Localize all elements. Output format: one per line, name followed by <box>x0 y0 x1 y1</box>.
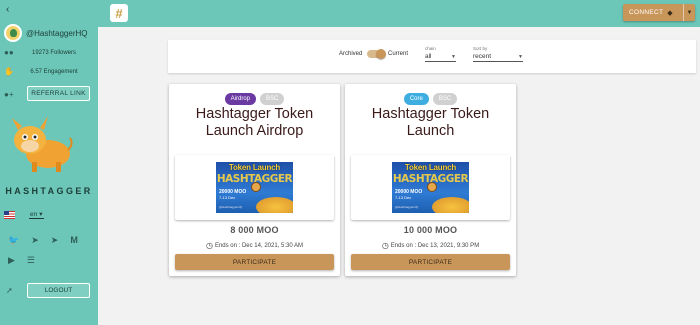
brand-name: HASHTAGGER <box>5 186 93 196</box>
telegram-icon[interactable]: ➤ <box>31 235 39 246</box>
campaign-title: Hashtagger Token Launch Airdrop <box>195 106 314 139</box>
followers-count: 19273 Followers <box>31 49 77 56</box>
add-user-icon: ●+ <box>4 90 14 99</box>
tag-chip: BSC <box>432 93 458 105</box>
campaign-banner-frame: Token Launch HASHTAGGER 20000 MOO 7-13 D… <box>175 155 334 220</box>
archived-current-toggle[interactable] <box>367 49 386 59</box>
top-bar: # CONNECT ◆ ▼ <box>98 0 700 27</box>
clock-icon: ◷ <box>205 241 213 250</box>
end-date-text: Ends on : Dec 14, 2021, 5:30 AM <box>214 242 304 249</box>
engagement-row: ✋ 6.57 Engagement <box>4 67 94 76</box>
sort-caption: Sort by <box>473 46 488 51</box>
banner-title: Token Launch <box>404 163 457 172</box>
stack-icon[interactable]: ☰ <box>27 255 35 266</box>
chevron-left-icon[interactable]: ‹ <box>6 4 9 15</box>
chevron-down-icon[interactable]: ▼ <box>683 4 695 21</box>
reward-amount: 8 000 MOO <box>230 225 279 235</box>
social-links: 🐦 ➤ ➤ M ▶ ☰ <box>8 235 94 266</box>
tag-chip: Airdrop <box>224 93 256 105</box>
logout-button[interactable]: LOGOUT <box>27 283 90 298</box>
sidebar: ‹ @HashtaggerHQ ●● 19273 Followers ✋ 6.5… <box>0 0 98 325</box>
campaign-banner-image: Token Launch HASHTAGGER 20000 MOO 7-13 D… <box>216 162 293 213</box>
language-value: en <box>30 210 38 218</box>
hashtag-home-button[interactable]: # <box>110 4 128 22</box>
avatar <box>4 24 22 42</box>
users-icon: ●● <box>4 48 14 57</box>
end-date: ◷ Ends on : Dec 13, 2021, 9:30 PM <box>345 241 516 250</box>
medium-icon[interactable]: M <box>70 235 78 246</box>
telegram-icon[interactable]: ➤ <box>51 235 59 246</box>
banner-dates: 7-13 Dec <box>395 195 412 200</box>
campaign-banner-image: Token Launch HASHTAGGER 20000 MOO 7-13 D… <box>392 162 469 213</box>
language-row: en ▾ <box>4 210 44 219</box>
add-user-row: ●+ <box>4 90 24 99</box>
tag-list: Core BSC <box>345 93 516 105</box>
chevron-down-icon: ▼ <box>451 53 456 60</box>
clock-icon: ◷ <box>381 241 389 250</box>
end-date: ◷ Ends on : Dec 14, 2021, 5:30 AM <box>169 241 340 250</box>
campaign-card: Airdrop BSC Hashtagger Token Launch Aird… <box>169 84 340 276</box>
tag-chip: Core <box>403 93 429 105</box>
followers-row: ●● 19273 Followers <box>4 48 94 57</box>
engagement-icon: ✋ <box>4 67 14 76</box>
sort-value: recent <box>473 53 492 60</box>
chevron-down-icon: ▼ <box>518 53 523 60</box>
us-flag-icon <box>4 210 15 219</box>
engagement-value: 6.57 Engagement <box>30 68 78 75</box>
campaign-banner-frame: Token Launch HASHTAGGER 20000 MOO 7-13 D… <box>351 155 510 220</box>
chain-value: all <box>425 53 432 60</box>
language-select[interactable]: en ▾ <box>29 210 44 219</box>
participate-button[interactable]: PARTICIPATE <box>351 254 510 270</box>
banner-dates: 7-13 Dec <box>219 195 236 200</box>
referral-link-button[interactable]: REFERRAL LINK <box>27 86 90 101</box>
campaign-title: Hashtagger Token Launch <box>371 106 490 139</box>
chevron-down-icon: ▾ <box>39 211 43 218</box>
sort-select[interactable]: Sort by recent ▼ <box>473 46 523 62</box>
youtube-icon[interactable]: ▶ <box>8 255 15 266</box>
filter-bar: Archived Current chain all ▼ Sort by rec… <box>168 40 696 73</box>
twitter-icon[interactable]: 🐦 <box>8 235 19 246</box>
tag-list: Airdrop BSC <box>169 93 340 105</box>
chain-caption: chain <box>425 46 436 51</box>
campaign-card: Core BSC Hashtagger Token Launch Token L… <box>345 84 516 276</box>
bnb-icon: ◆ <box>667 9 673 17</box>
toggle-knob <box>376 49 386 59</box>
chain-select[interactable]: chain all ▼ <box>425 46 456 62</box>
end-date-text: Ends on : Dec 13, 2021, 9:30 PM <box>390 242 480 249</box>
rocket-icon: ➚ <box>6 286 13 295</box>
banner-title: Token Launch <box>228 163 281 172</box>
mascot-image <box>12 116 73 172</box>
participate-button[interactable]: PARTICIPATE <box>175 254 334 270</box>
current-label: Current <box>388 51 409 57</box>
profile-handle: @HashtaggerHQ <box>4 24 87 42</box>
handle-text: @HashtaggerHQ <box>26 28 88 38</box>
banner-handle: @HashtaggerHQ <box>395 205 419 209</box>
tag-chip: BSC <box>260 93 285 105</box>
connect-wallet-button[interactable]: CONNECT ◆ ▼ <box>623 4 695 21</box>
reward-amount: 10 000 MOO <box>403 225 458 235</box>
banner-handle: @HashtaggerHQ <box>219 205 243 209</box>
archived-label: Archived <box>339 51 363 57</box>
connect-label: CONNECT <box>629 9 664 16</box>
